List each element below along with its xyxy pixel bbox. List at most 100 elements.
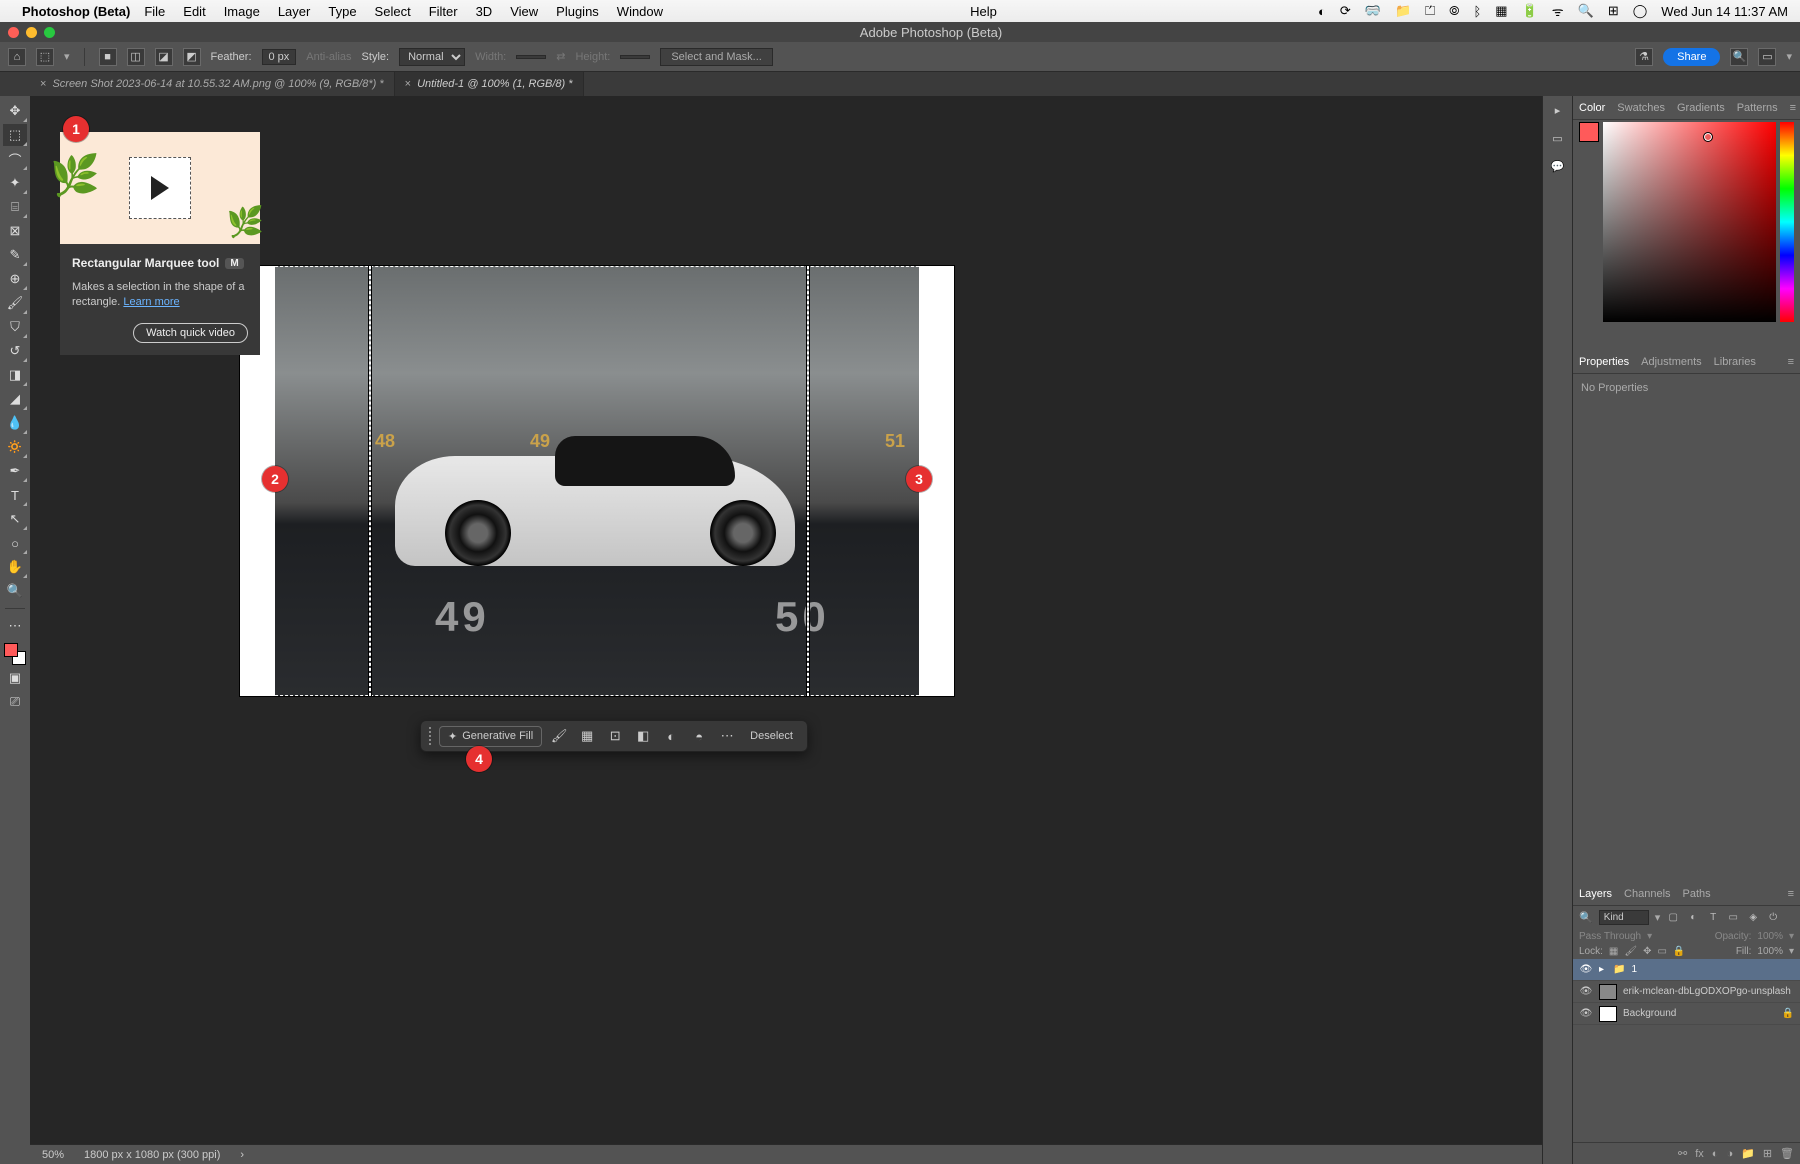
menu-layer[interactable]: Layer (278, 4, 311, 19)
dodge-tool[interactable]: 🔅 (3, 436, 27, 458)
style-select[interactable]: Normal (399, 48, 465, 66)
lock-image-icon[interactable]: 🖌 (1624, 946, 1637, 957)
control-center-icon[interactable]: ⊞ (1608, 3, 1619, 19)
wifi-icon[interactable]: ᯤ (1552, 2, 1564, 20)
group-arrow-icon[interactable]: ▸ (1599, 964, 1607, 975)
menu-3d[interactable]: 3D (476, 4, 493, 19)
close-window-button[interactable] (8, 27, 19, 38)
crop-tool[interactable]: ⌸ (3, 196, 27, 218)
maximize-window-button[interactable] (44, 27, 55, 38)
layer-thumbnail[interactable] (1599, 984, 1617, 1000)
tab-paths[interactable]: Paths (1683, 888, 1711, 900)
brush-icon[interactable]: 🖌 (548, 725, 570, 747)
blend-mode-select[interactable]: Pass Through (1579, 931, 1641, 942)
generative-fill-button[interactable]: ✦ Generative Fill (439, 726, 542, 747)
document-dimensions[interactable]: 1800 px x 1080 px (300 ppi) (84, 1149, 220, 1161)
app-name[interactable]: Photoshop (Beta) (22, 4, 130, 19)
menu-file[interactable]: File (144, 4, 165, 19)
menu-view[interactable]: View (510, 4, 538, 19)
drag-handle-icon[interactable] (429, 727, 433, 745)
deselect-button[interactable]: Deselect (744, 730, 799, 742)
chevron-right-icon[interactable]: › (240, 1149, 244, 1161)
selection-marquee[interactable] (369, 266, 371, 696)
hue-slider[interactable] (1780, 122, 1794, 322)
selection-marquee[interactable] (240, 266, 954, 696)
zoom-level[interactable]: 50% (42, 1149, 64, 1161)
color-field[interactable] (1603, 122, 1776, 322)
comments-panel-icon[interactable]: 💬 (1548, 156, 1568, 176)
status-icon[interactable]: ⟳ (1340, 3, 1351, 19)
filter-toggle-icon[interactable]: ⏻ (1766, 911, 1780, 925)
status-icon[interactable]: ⏍ (1425, 3, 1435, 19)
move-tool[interactable]: ✥ (3, 100, 27, 122)
edit-toolbar[interactable]: ⋯ (3, 615, 27, 637)
filter-type-icon[interactable]: T (1706, 911, 1720, 925)
visibility-icon[interactable]: 👁 (1579, 1008, 1593, 1019)
pen-tool[interactable]: ✒ (3, 460, 27, 482)
history-brush-tool[interactable]: ↺ (3, 340, 27, 362)
close-tab-icon[interactable]: × (40, 78, 46, 90)
eyedropper-tool[interactable]: ✎ (3, 244, 27, 266)
more-icon[interactable]: ⋯ (716, 725, 738, 747)
battery-icon[interactable]: 🔋 (1522, 3, 1538, 19)
tab-adjustments[interactable]: Adjustments (1641, 356, 1702, 368)
brush-tool[interactable]: 🖌 (3, 292, 27, 314)
share-button[interactable]: Share (1663, 48, 1720, 66)
lock-position-icon[interactable]: ✥ (1643, 946, 1651, 957)
select-and-mask-button[interactable]: Select and Mask... (660, 48, 773, 66)
tab-libraries[interactable]: Libraries (1714, 356, 1756, 368)
visibility-icon[interactable]: 👁 (1579, 964, 1593, 975)
home-icon[interactable]: ⌂ (8, 48, 26, 66)
play-thumbnail[interactable] (129, 157, 191, 219)
select-subject-icon[interactable]: ▦ (576, 725, 598, 747)
selection-intersect-icon[interactable]: ◩ (183, 48, 201, 66)
path-select-tool[interactable]: ↖ (3, 508, 27, 530)
layer-filter-input[interactable] (1599, 910, 1649, 925)
fill-icon[interactable]: ◓ (688, 725, 710, 747)
layer-name[interactable]: Background (1623, 1008, 1676, 1019)
filter-shape-icon[interactable]: ▭ (1726, 911, 1740, 925)
filter-smart-icon[interactable]: ◈ (1746, 911, 1760, 925)
status-icon[interactable]: 🥽 (1365, 3, 1381, 19)
new-group-icon[interactable]: 📁 (1741, 1147, 1755, 1160)
layer-name[interactable]: 1 (1631, 964, 1637, 975)
blur-tool[interactable]: 💧 (3, 412, 27, 434)
menu-filter[interactable]: Filter (429, 4, 458, 19)
type-tool[interactable]: T (3, 484, 27, 506)
filter-adjust-icon[interactable]: ◐ (1686, 911, 1700, 925)
close-tab-icon[interactable]: × (405, 78, 411, 90)
status-icon[interactable]: ◐ (1318, 4, 1326, 19)
document-tab[interactable]: × Screen Shot 2023-06-14 at 10.55.32 AM.… (30, 72, 395, 96)
frame-tool[interactable]: ⊠ (3, 220, 27, 242)
selection-new-icon[interactable]: ■ (99, 48, 117, 66)
lasso-tool[interactable]: ⌒ (3, 148, 27, 170)
folder-icon[interactable]: 📁 (1395, 3, 1411, 19)
layer-row[interactable]: 👁 erik-mclean-dbLgODXOPgo-unsplash (1573, 981, 1800, 1003)
delete-layer-icon[interactable]: 🗑 (1780, 1147, 1794, 1160)
hand-tool[interactable]: ✋ (3, 556, 27, 578)
watch-video-button[interactable]: Watch quick video (133, 323, 248, 343)
shape-tool[interactable]: ○ (3, 532, 27, 554)
panel-menu-icon[interactable]: ≡ (1790, 102, 1796, 114)
zoom-tool[interactable]: 🔍 (3, 580, 27, 602)
learn-more-link[interactable]: Learn more (123, 296, 179, 308)
link-layers-icon[interactable]: ⚯ (1678, 1147, 1687, 1160)
tab-layers[interactable]: Layers (1579, 888, 1612, 900)
gradient-tool[interactable]: ◢ (3, 388, 27, 410)
beaker-icon[interactable]: ⚗ (1635, 48, 1653, 66)
eraser-tool[interactable]: ◨ (3, 364, 27, 386)
new-layer-icon[interactable]: ⊞ (1763, 1147, 1772, 1160)
minimize-window-button[interactable] (26, 27, 37, 38)
layer-name[interactable]: erik-mclean-dbLgODXOPgo-unsplash (1623, 986, 1791, 997)
panel-menu-icon[interactable]: ≡ (1788, 356, 1794, 368)
tab-patterns[interactable]: Patterns (1737, 102, 1778, 114)
adjust-icon[interactable]: ◐ (660, 725, 682, 747)
fill-value[interactable]: 100% (1757, 946, 1783, 957)
bluetooth-icon[interactable]: ᛒ (1473, 4, 1481, 19)
new-fill-icon[interactable]: ◑ (1726, 1148, 1733, 1160)
menu-type[interactable]: Type (328, 4, 356, 19)
lock-artboard-icon[interactable]: ▭ (1657, 946, 1666, 957)
layer-row[interactable]: 👁 Background 🔒 (1573, 1003, 1800, 1025)
color-swatches[interactable] (4, 643, 26, 665)
remove-bg-icon[interactable]: ⊡ (604, 725, 626, 747)
